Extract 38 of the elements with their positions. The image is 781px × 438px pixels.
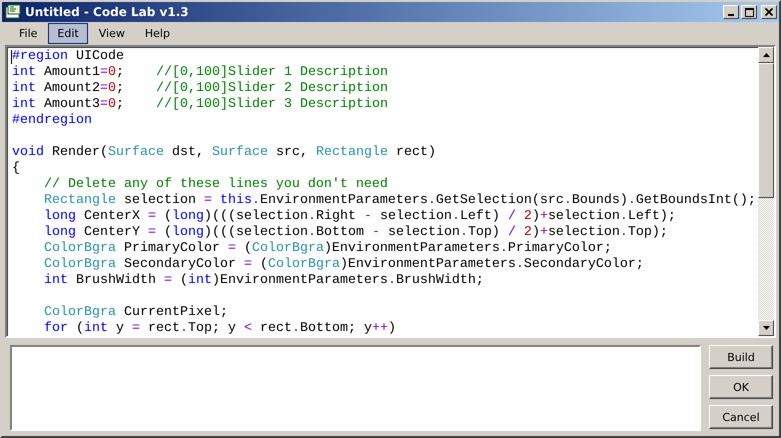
menu-item[interactable]: Edit	[48, 23, 88, 44]
scroll-thumb[interactable]	[758, 63, 774, 198]
code-line: #region UICode	[12, 49, 124, 65]
code-line: // Delete any of these lines you don't need	[42, 177, 388, 193]
scroll-down-button[interactable]	[758, 320, 774, 336]
code-line: long CenterX = (long)(((selection.Right - selection.Left) / 2)+selection.Left);	[42, 209, 676, 225]
code-line: ColorBgra CurrentPixel;	[42, 305, 228, 321]
code-line: for (int y = rect.Top; y < rect.Bottom; y++)	[42, 321, 396, 336]
scrollbar[interactable]	[758, 47, 774, 336]
code-line: int Amount2=0; //[0,100]Slider 2 Description	[12, 81, 388, 97]
maximize-button[interactable]	[741, 5, 757, 19]
code-editor[interactable]	[5, 45, 776, 338]
code-line: Rectangle selection = this.EnvironmentParameters.GetSelection(src.Bounds).GetBoundsInt();	[42, 193, 756, 209]
scroll-up-button[interactable]	[758, 47, 774, 63]
code-line: int Amount3=0; //[0,100]Slider 3 Description	[12, 97, 388, 113]
menu-item[interactable]: View	[90, 23, 134, 44]
code-line: int BrushWidth = (int)EnvironmentParameters.BrushWidth;	[42, 273, 484, 289]
menu-item[interactable]: Help	[136, 23, 179, 44]
code-line: int Amount1=0; //[0,100]Slider 1 Description	[12, 65, 388, 81]
code-line: #endregion	[12, 113, 92, 129]
app-icon	[5, 4, 21, 20]
maximize-icon	[744, 8, 754, 16]
close-button[interactable]	[761, 5, 777, 19]
code-line: long CenterY = (long)(((selection.Bottom - selection.Top) / 2)+selection.Top);	[42, 225, 668, 241]
up-arrow-icon	[762, 53, 770, 57]
window-title: Untitled - Code Lab v1.3	[25, 5, 189, 19]
down-arrow-icon	[762, 326, 770, 330]
code-line: ColorBgra PrimaryColor = (ColorBgra)EnvironmentParameters.PrimaryColor;	[42, 241, 612, 257]
minimize-button[interactable]	[723, 5, 739, 19]
dialog-button[interactable]: OK	[709, 375, 773, 399]
code-line: ColorBgra SecondaryColor = (ColorBgra)EnvironmentParameters.SecondaryColor;	[42, 257, 644, 273]
close-icon	[765, 8, 773, 16]
dialog-button[interactable]: Cancel	[709, 405, 773, 429]
menu-item[interactable]: File	[10, 23, 46, 44]
dialog-button[interactable]: Build	[709, 345, 773, 369]
code-line: void Render(Surface dst, Surface src, Rectangle rect)	[12, 145, 436, 161]
text-cursor	[11, 50, 12, 64]
code-line: {	[12, 161, 20, 177]
